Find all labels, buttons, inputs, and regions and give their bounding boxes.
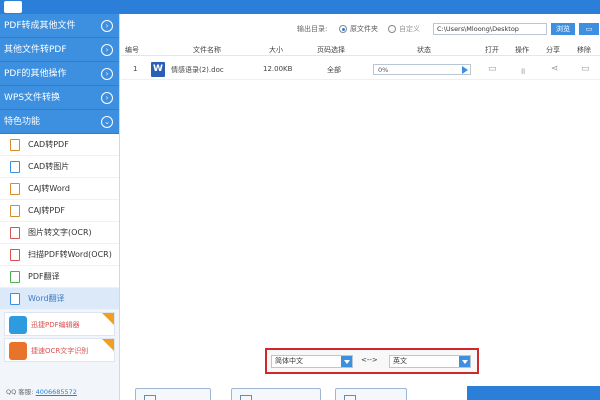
file-icon [10, 271, 20, 283]
sidebar-item-label: PDF翻译 [28, 272, 60, 281]
open-folder-icon[interactable]: ▭ [488, 64, 497, 74]
contact-number-link[interactable]: 4006685572 [36, 388, 77, 396]
radio-custom-folder-label: 自定义 [399, 25, 420, 33]
target-language-select[interactable]: 英文 [389, 355, 471, 368]
sidebar-item-label: Word翻译 [28, 294, 65, 303]
source-language-select[interactable]: 简体中文 [271, 355, 353, 368]
sidebar-item-word-translate[interactable]: Word翻译 [0, 288, 119, 310]
file-icon [10, 205, 20, 217]
row-pages[interactable]: 全部 [327, 65, 341, 75]
start-convert-button[interactable] [467, 386, 600, 400]
output-path-field[interactable]: C:\Users\Mloong\Desktop [433, 23, 547, 35]
target-language-value: 英文 [393, 357, 407, 365]
sidebar-item-label: 图片转文字(OCR) [28, 228, 92, 237]
sidebar-item-image-ocr[interactable]: 图片转文字(OCR) [0, 222, 119, 244]
sidebar-item-label: CAD转图片 [28, 162, 70, 171]
pause-icon[interactable]: ॥ [520, 64, 525, 77]
sidebar-item-caj-to-word[interactable]: CAJ转Word [0, 178, 119, 200]
sidebar-item-label: 扫描PDF转Word(OCR) [28, 250, 112, 259]
browse-button[interactable]: 浏览 [551, 23, 575, 35]
swap-languages-icon[interactable]: <--> [361, 356, 378, 364]
sidebar-item-cad-to-image[interactable]: CAD转图片 [0, 156, 119, 178]
file-icon [10, 139, 20, 151]
col-remove: 移除 [577, 46, 591, 54]
sidebar-category-label: PDF的其他操作 [4, 69, 67, 79]
col-index: 编号 [125, 46, 139, 54]
chevron-down-icon: ⌄ [101, 116, 113, 128]
folder-icon[interactable]: ▭ [579, 23, 599, 35]
col-size: 大小 [269, 46, 283, 54]
sidebar-category-wps[interactable]: WPS文件转换 › [0, 86, 119, 110]
chevron-right-icon: › [101, 68, 113, 80]
source-language-value: 简体中文 [275, 357, 303, 365]
dropdown-arrow-icon [459, 356, 470, 367]
col-status: 状态 [417, 46, 431, 54]
sidebar-category-featured[interactable]: 特色功能 ⌄ [0, 110, 119, 134]
share-icon[interactable]: ⋖ [551, 64, 559, 74]
radio-source-folder[interactable] [339, 25, 347, 33]
row-file-name: 情感语录(2).doc [171, 66, 224, 74]
file-table-header: 编号 文件名称 大小 页码选择 状态 打开 操作 分享 移除 [121, 42, 600, 56]
chevron-right-icon: › [101, 20, 113, 32]
col-open: 打开 [485, 46, 499, 54]
radio-custom-folder[interactable] [388, 25, 396, 33]
sidebar-category-label: PDF转成其他文件 [4, 21, 76, 31]
sidebar: PDF转成其他文件 › 其他文件转PDF › PDF的其他操作 › WPS文件转… [0, 14, 120, 400]
radio-source-folder-label: 原文件夹 [350, 25, 378, 33]
play-icon[interactable] [462, 66, 468, 74]
clear-list-button[interactable] [335, 388, 407, 400]
col-action: 操作 [515, 46, 529, 54]
col-share: 分享 [546, 46, 560, 54]
promo-corner-ribbon [102, 339, 114, 351]
ocr-icon [9, 342, 27, 360]
main-panel: 输出目录: 原文件夹 自定义 C:\Users\Mloong\Desktop 浏… [121, 14, 600, 400]
sidebar-item-label: CAJ转PDF [28, 206, 66, 215]
remove-icon[interactable]: ▭ [581, 64, 590, 74]
promo-pdf-editor[interactable]: 迅捷PDF编辑器 [4, 312, 115, 336]
file-icon [10, 183, 20, 195]
chevron-right-icon: › [101, 44, 113, 56]
progress-percent: 0% [378, 66, 389, 74]
file-icon [10, 293, 20, 305]
sidebar-category-pdf-to-other[interactable]: PDF转成其他文件 › [0, 14, 119, 38]
sidebar-category-label: WPS文件转换 [4, 93, 61, 103]
promo-ocr[interactable]: 捷速OCR文字识别 [4, 338, 115, 362]
file-icon [10, 227, 20, 239]
table-row[interactable]: 1 W 情感语录(2).doc 12.00KB 全部 0% ▭ ॥ ⋖ ▭ [121, 60, 600, 80]
promo-label: 迅捷PDF编辑器 [31, 321, 80, 329]
sidebar-item-pdf-translate[interactable]: PDF翻译 [0, 266, 119, 288]
app-logo [4, 1, 22, 13]
conversion-progress-bar: 0% [373, 64, 471, 75]
add-folder-button[interactable] [231, 388, 321, 400]
chevron-right-icon: › [101, 92, 113, 104]
row-file-size: 12.00KB [263, 65, 293, 73]
col-name: 文件名称 [193, 46, 221, 54]
output-directory-bar: 输出目录: 原文件夹 自定义 C:\Users\Mloong\Desktop 浏… [121, 20, 600, 38]
col-pages: 页码选择 [317, 46, 345, 54]
sidebar-category-label: 特色功能 [4, 117, 41, 127]
contact-info: QQ 客服: 4006685572 [6, 386, 77, 396]
add-file-button[interactable] [135, 388, 211, 400]
sidebar-item-cad-to-pdf[interactable]: CAD转PDF [0, 134, 119, 156]
translation-language-selector: 简体中文 <--> 英文 [265, 348, 479, 374]
dropdown-arrow-icon [341, 356, 352, 367]
sidebar-item-label: CAD转PDF [28, 140, 69, 149]
sidebar-item-caj-to-pdf[interactable]: CAJ转PDF [0, 200, 119, 222]
promo-corner-ribbon [102, 313, 114, 325]
title-bar [0, 0, 600, 14]
row-index: 1 [133, 65, 138, 73]
pdf-editor-icon [9, 316, 27, 334]
promo-label: 捷速OCR文字识别 [31, 347, 89, 355]
sidebar-category-label: 其他文件转PDF [4, 45, 67, 55]
file-icon [10, 249, 20, 261]
sidebar-category-pdf-other-ops[interactable]: PDF的其他操作 › [0, 62, 119, 86]
sidebar-item-scan-pdf-ocr[interactable]: 扫描PDF转Word(OCR) [0, 244, 119, 266]
sidebar-item-label: CAJ转Word [28, 184, 70, 193]
sidebar-category-other-to-pdf[interactable]: 其他文件转PDF › [0, 38, 119, 62]
contact-prefix: QQ 客服: [6, 388, 34, 396]
file-icon [10, 161, 20, 173]
word-file-icon: W [151, 62, 165, 77]
output-directory-label: 输出目录: [297, 25, 328, 33]
